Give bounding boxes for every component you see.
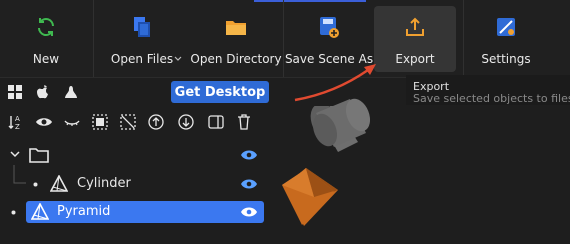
open-files-label: Open Files: [110, 52, 174, 66]
windows-icon[interactable]: [8, 85, 22, 99]
cylinder-shape: [312, 98, 371, 147]
visibility-eye-icon[interactable]: [240, 148, 258, 162]
new-label: New: [32, 52, 60, 66]
pyramid-shape: [282, 169, 334, 225]
bullet-icon: [11, 210, 16, 215]
bullet-icon: [33, 182, 38, 187]
tooltip-description: Save selected objects to files.: [413, 92, 570, 105]
chevron-down-icon[interactable]: [174, 56, 182, 62]
mesh-icon: [50, 175, 68, 192]
svg-text:Z: Z: [15, 123, 20, 131]
eye-icon[interactable]: [34, 112, 54, 132]
arrow-up-circle-icon[interactable]: [146, 112, 166, 132]
chevron-down-icon[interactable]: [10, 151, 20, 159]
tree-item-label: Cylinder: [77, 176, 131, 191]
visibility-eye-icon[interactable]: [240, 177, 258, 191]
save-icon: [316, 14, 342, 40]
apple-icon[interactable]: [36, 85, 50, 99]
eye-closed-icon[interactable]: [62, 112, 82, 132]
settings-icon: [493, 14, 519, 40]
settings-label: Settings: [481, 52, 531, 66]
scene-tools-bar: AZ: [0, 108, 272, 136]
tree-row-pyramid[interactable]: Pyramid: [0, 199, 272, 225]
settings-button[interactable]: Settings: [478, 0, 534, 77]
linux-icon[interactable]: [64, 85, 78, 99]
file-icon: [129, 14, 155, 40]
export-tooltip-overlay: Export Save selected objects to files.: [406, 75, 570, 105]
tree-item-label: Pyramid: [57, 204, 111, 219]
select-all-icon[interactable]: [90, 112, 110, 132]
upload-icon: [402, 14, 428, 40]
sort-az-icon[interactable]: AZ: [6, 112, 26, 132]
toolbar-divider: [463, 0, 464, 77]
refresh-icon: [33, 14, 59, 40]
main-toolbar: New Open Files Open Directory Save Scene…: [0, 0, 570, 78]
svg-text:A: A: [15, 115, 20, 123]
folder-icon: [29, 148, 49, 163]
open-directory-label: Open Directory: [190, 52, 282, 66]
visibility-eye-icon[interactable]: [240, 205, 258, 219]
trash-icon[interactable]: [234, 112, 254, 132]
mesh-icon: [31, 203, 49, 220]
tree-row-cylinder[interactable]: Cylinder: [0, 171, 272, 197]
arrow-down-circle-icon[interactable]: [176, 112, 196, 132]
deselect-icon[interactable]: [118, 112, 138, 132]
get-desktop-button[interactable]: Get Desktop: [171, 81, 269, 103]
export-label: Export: [395, 52, 435, 66]
toolbar-divider: [93, 0, 94, 77]
open-directory-button[interactable]: Open Directory: [190, 0, 282, 77]
folder-icon: [223, 14, 249, 40]
tree-row-folder[interactable]: [0, 142, 272, 168]
open-files-button[interactable]: Open Files: [110, 0, 174, 77]
new-button[interactable]: New: [20, 0, 72, 77]
split-panel-icon[interactable]: [206, 112, 226, 132]
toolbar-divider: [283, 0, 284, 77]
